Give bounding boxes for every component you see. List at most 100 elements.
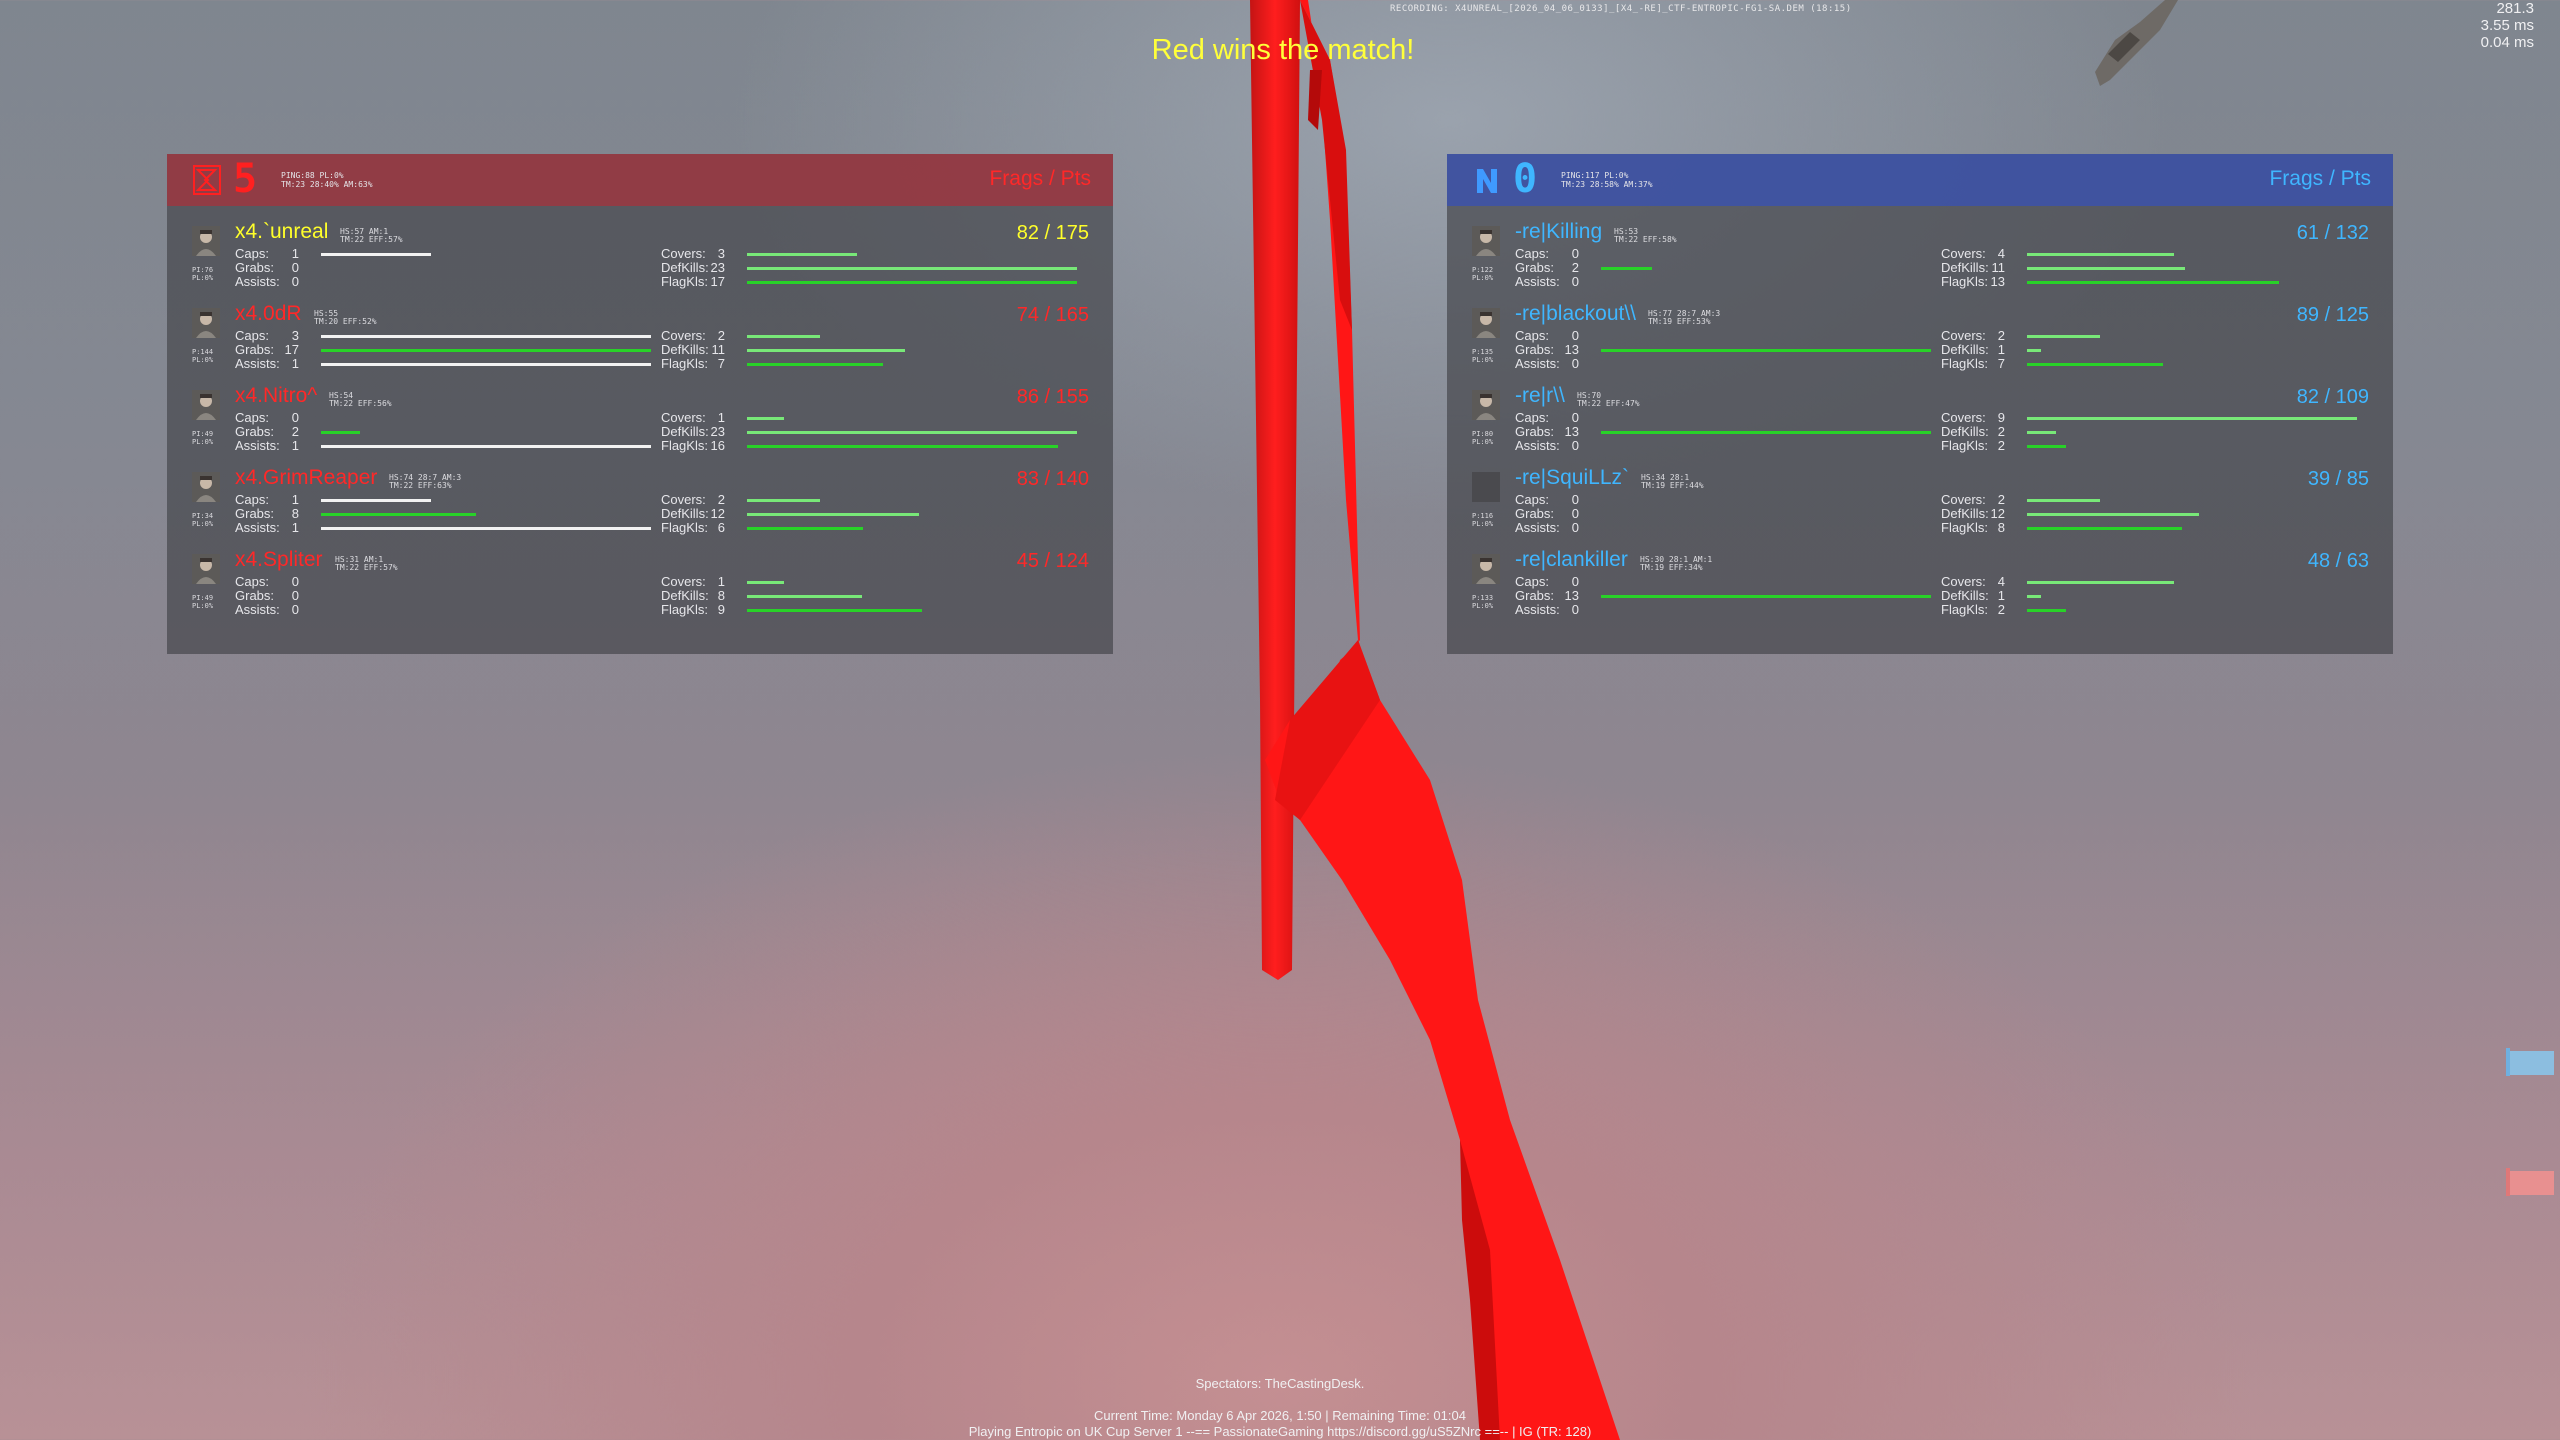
player-ping-info: PI:80 PL:0% xyxy=(1472,430,1494,446)
stat-value: 0 xyxy=(1571,602,1579,617)
stat-bar xyxy=(2027,363,2163,366)
stat-value: 11 xyxy=(1991,260,2006,275)
player-meta: HS:34 28:1 TM:19 EFF:44% xyxy=(1641,473,1704,490)
player-frags-points: 48 / 63 xyxy=(2307,550,2369,572)
player-row[interactable]: PI:80 PL:0% -re|r\\ HS:70 TM:22 EFF:47% 82 … xyxy=(1447,384,2393,466)
player-frags-points: 45 / 124 xyxy=(1016,550,1089,572)
server-info-status: Playing Entropic on UK Cup Server 1 --==… xyxy=(968,1424,1592,1439)
player-row[interactable]: P:133 PL:0% -re|clankiller HS:30 28:1 AM:1… xyxy=(1447,548,2393,630)
stat-value: 1 xyxy=(291,492,299,507)
stat-label: Assists: xyxy=(235,274,280,289)
blue-team-score: 0 xyxy=(1513,156,1538,202)
stat-value: 0 xyxy=(291,260,299,275)
stat-label: Grabs: xyxy=(1515,260,1555,275)
stat-label: Covers: xyxy=(661,246,706,261)
red-team-flag-icon xyxy=(193,165,221,195)
blue-team-scoreboard: 0 PING:117 PL:0% TM:23 28:58% AM:37% Fra… xyxy=(1447,154,2393,654)
stat-value: 13 xyxy=(1564,342,1579,357)
stat-label: Caps: xyxy=(1515,492,1549,507)
red-team-scoreboard: 5 PING:88 PL:0% TM:23 28:40% AM:63% Frag… xyxy=(167,154,1113,654)
stat-bar xyxy=(747,281,1077,284)
stat-label: Grabs: xyxy=(1515,342,1555,357)
player-ping-info: PI:49 PL:0% xyxy=(192,594,214,610)
stat-bar xyxy=(321,445,651,448)
stat-label: Assists: xyxy=(235,438,280,453)
player-avatar-icon xyxy=(192,390,220,420)
stat-bar xyxy=(321,363,651,366)
stat-bar xyxy=(321,499,431,502)
player-row[interactable]: PI:49 PL:0% x4.Nitro^ HS:54 TM:22 EFF:56% 8… xyxy=(167,384,1113,466)
stat-bar xyxy=(321,527,651,530)
stat-label: Grabs: xyxy=(235,260,275,275)
blue-team-header: 0 PING:117 PL:0% TM:23 28:58% AM:37% Fra… xyxy=(1447,154,2393,206)
stat-value: 0 xyxy=(1571,438,1579,453)
player-name[interactable]: x4.0dR xyxy=(235,302,302,326)
player-name[interactable]: x4.Nitro^ xyxy=(235,384,317,408)
player-row[interactable]: PI:49 PL:0% x4.Spliter HS:31 AM:1 TM:22 EF… xyxy=(167,548,1113,630)
stat-value: 3 xyxy=(291,328,299,343)
stat-value: 4 xyxy=(1997,246,2005,261)
player-row[interactable]: PI:76 PL:0% x4.`unreal HS:57 AM:1 TM:22 EF… xyxy=(167,220,1113,302)
player-meta: HS:31 AM:1 TM:22 EFF:57% xyxy=(335,555,398,572)
player-row[interactable]: P:135 PL:0% -re|blackout\\ HS:77 28:7 AM:3… xyxy=(1447,302,2393,384)
stat-label: Assists: xyxy=(1515,520,1560,535)
player-avatar-icon xyxy=(1472,308,1500,338)
stat-label: Grabs: xyxy=(235,506,275,521)
stat-value: 13 xyxy=(1990,274,2005,289)
player-frags-points: 82 / 109 xyxy=(2296,386,2369,408)
stat-value: 0 xyxy=(1571,574,1579,589)
stat-label: Covers: xyxy=(661,492,706,507)
player-name[interactable]: -re|SquiLLz` xyxy=(1515,466,1629,490)
player-name[interactable]: x4.GrimReaper xyxy=(235,466,377,490)
stat-value: 0 xyxy=(1571,356,1579,371)
stat-value: 2 xyxy=(717,328,725,343)
player-ping-info: PI:34 PL:0% xyxy=(192,512,214,528)
player-row[interactable]: P:144 PL:0% x4.0dR HS:55 TM:20 EFF:52% 74 /… xyxy=(167,302,1113,384)
player-name[interactable]: x4.`unreal xyxy=(235,220,328,244)
stat-bar xyxy=(747,527,863,530)
stat-bar xyxy=(747,609,922,612)
stat-bar xyxy=(2027,349,2041,352)
player-row[interactable]: P:122 PL:0% -re|Killing HS:53 TM:22 EFF:58… xyxy=(1447,220,2393,302)
stat-bar xyxy=(321,335,651,338)
player-name[interactable]: x4.Spliter xyxy=(235,548,323,572)
stat-label: Assists: xyxy=(235,602,280,617)
stat-value: 1 xyxy=(717,574,725,589)
blue-flag-status-icon xyxy=(2506,1048,2554,1076)
player-name[interactable]: -re|Killing xyxy=(1515,220,1602,244)
player-frags-points: 86 / 155 xyxy=(1016,386,1089,408)
player-avatar-icon xyxy=(192,554,220,584)
red-team-score: 5 xyxy=(233,156,258,202)
player-ping-info: P:144 PL:0% xyxy=(192,348,214,364)
player-row[interactable]: PI:34 PL:0% x4.GrimReaper HS:74 28:7 AM:3 … xyxy=(167,466,1113,548)
player-meta: HS:54 TM:22 EFF:56% xyxy=(329,391,392,408)
stat-value: 2 xyxy=(1997,438,2005,453)
player-frags-points: 89 / 125 xyxy=(2296,304,2369,326)
red-team-header: 5 PING:88 PL:0% TM:23 28:40% AM:63% Frag… xyxy=(167,154,1113,206)
frags-pts-header: Frags / Pts xyxy=(2269,167,2371,190)
player-name[interactable]: -re|r\\ xyxy=(1515,384,1565,408)
player-name[interactable]: -re|blackout\\ xyxy=(1515,302,1636,326)
stat-value: 0 xyxy=(291,588,299,603)
stat-value: 0 xyxy=(1571,246,1579,261)
stat-label: Grabs: xyxy=(1515,506,1555,521)
stat-value: 0 xyxy=(1571,410,1579,425)
stat-bar xyxy=(2027,267,2185,270)
stat-value: 23 xyxy=(710,424,725,439)
red-team-info: PING:88 PL:0% TM:23 28:40% AM:63% xyxy=(281,171,373,189)
stat-label: Covers: xyxy=(1941,410,1986,425)
player-row[interactable]: P:116 PL:0% -re|SquiLLz` HS:34 28:1 TM:19 … xyxy=(1447,466,2393,548)
stat-value: 1 xyxy=(1997,342,2005,357)
stat-value: 0 xyxy=(1571,274,1579,289)
stat-value: 17 xyxy=(284,342,299,357)
stat-label: Grabs: xyxy=(1515,588,1555,603)
stat-label: Caps: xyxy=(1515,246,1549,261)
frame-time-readout: 3.55 ms xyxy=(2480,17,2534,34)
stat-bar xyxy=(321,349,651,352)
stat-label: Grabs: xyxy=(235,424,275,439)
player-meta: HS:57 AM:1 TM:22 EFF:57% xyxy=(340,227,403,244)
player-frags-points: 39 / 85 xyxy=(2307,468,2369,490)
stat-bar xyxy=(2027,431,2056,434)
player-name[interactable]: -re|clankiller xyxy=(1515,548,1628,572)
stat-value: 1 xyxy=(291,356,299,371)
